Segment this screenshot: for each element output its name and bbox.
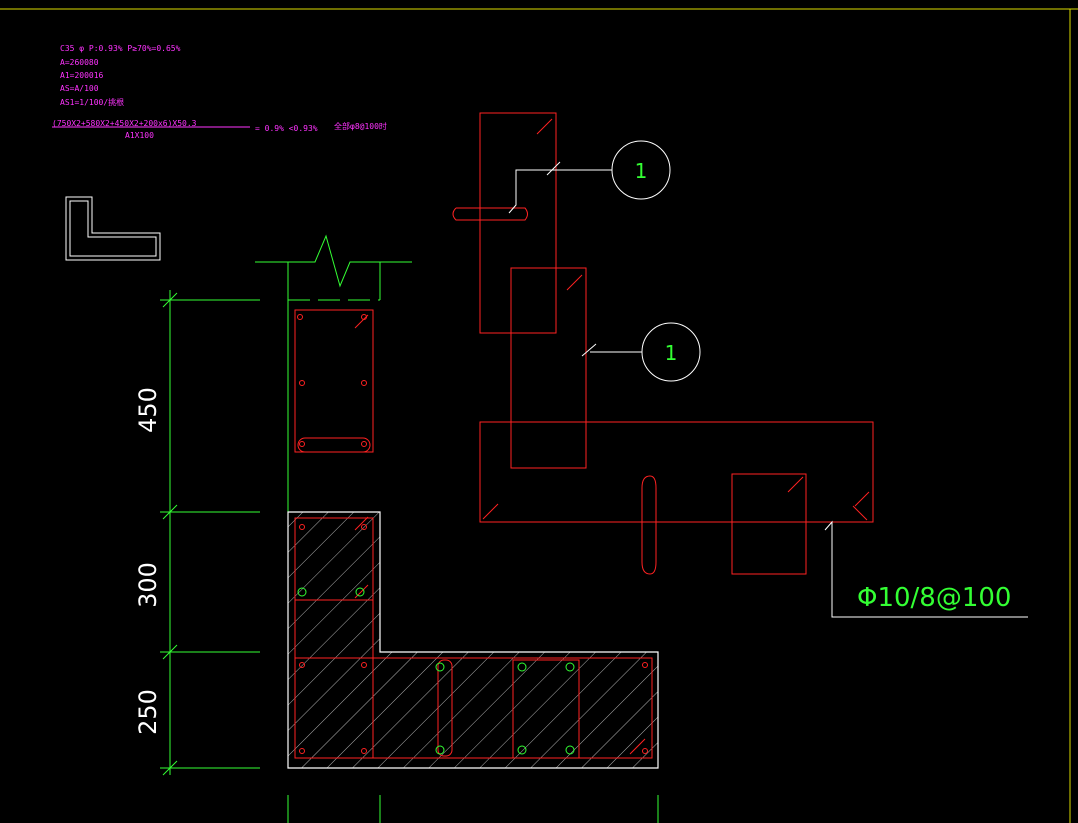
callout-1-top-label: 1 bbox=[635, 159, 648, 183]
callout-leaders bbox=[508, 161, 1028, 618]
dimension-300: 300 bbox=[134, 562, 162, 608]
cad-drawing-canvas: C35 φ P:0.93% P≥70%=0.65% A=260080 A1=20… bbox=[0, 8, 1078, 823]
note-line-4: AS=A/100 bbox=[60, 84, 99, 93]
dimension-450: 450 bbox=[134, 387, 162, 433]
dimension-250: 250 bbox=[134, 689, 162, 735]
note-remark: 全部φ8@100时 bbox=[334, 121, 387, 131]
break-line bbox=[255, 234, 412, 512]
note-line-1: C35 φ P:0.93% P≥70%=0.65% bbox=[60, 44, 181, 53]
callout-1-middle: 1 bbox=[641, 322, 701, 382]
callout-1-top: 1 bbox=[611, 140, 671, 200]
upper-column-section bbox=[294, 309, 374, 453]
note-line-5: AS1=1/100/挑根 bbox=[60, 97, 124, 107]
rebar-spec-label: Φ10/8@100 bbox=[857, 583, 1011, 613]
calculation-notes: C35 φ P:0.93% P≥70%=0.65% A=260080 A1=20… bbox=[52, 44, 387, 140]
l-shaped-wall-section bbox=[287, 511, 659, 769]
l-shape-key-icon bbox=[65, 196, 161, 261]
callout-1-middle-label: 1 bbox=[665, 341, 678, 365]
note-line-2: A=260080 bbox=[60, 58, 99, 67]
note-denominator: A1X100 bbox=[125, 131, 154, 140]
note-line-3: A1=200016 bbox=[60, 71, 104, 80]
note-result: = 0.9% <0.93% bbox=[255, 124, 318, 133]
